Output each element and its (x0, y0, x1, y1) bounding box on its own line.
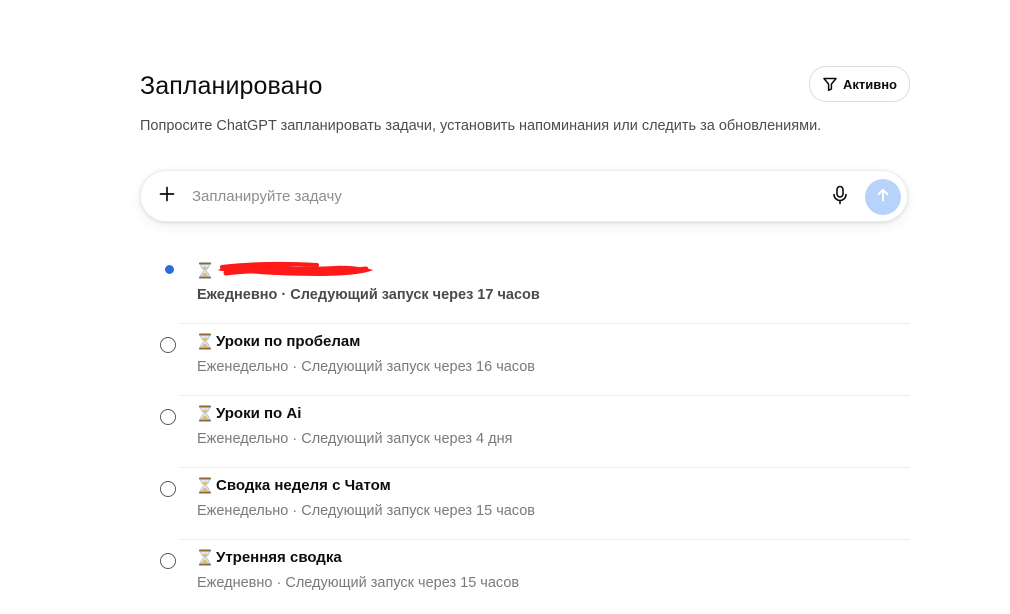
task-meta: Ежедневно · Следующий запуск через 15 ча… (197, 575, 519, 591)
task-radio[interactable] (160, 481, 176, 497)
task-schedule: Еженедельно (197, 503, 289, 519)
scheduled-tasks-page: Запланировано Активно Попросите ChatGPT … (0, 0, 1010, 614)
task-schedule: Еженедельно (197, 431, 289, 447)
meta-separator: · (292, 359, 298, 375)
task-schedule: Ежедневно (197, 575, 273, 591)
task-title-text: Уроки по пробелам (216, 333, 361, 350)
task-item[interactable]: Утренняя сводка Ежедневно · Следующий за… (158, 540, 910, 612)
task-meta: Еженедельно · Следующий запуск через 4 д… (197, 431, 512, 447)
page-title: Запланировано (140, 72, 323, 100)
microphone-icon (832, 185, 848, 210)
hourglass-icon (198, 333, 212, 350)
send-button[interactable] (865, 179, 901, 215)
page-subtitle: Попросите ChatGPT запланировать задачи, … (140, 118, 822, 134)
task-schedule: Ежедневно (197, 287, 278, 303)
hourglass-icon (198, 549, 212, 566)
filter-label: Активно (842, 76, 897, 92)
task-item[interactable]: Уроки по пробелам Еженедельно · Следующи… (158, 324, 910, 396)
task-title-text: Утренняя сводка (216, 549, 342, 566)
hourglass-icon (198, 262, 212, 279)
task-title-text: Уроки по Ai (216, 405, 302, 422)
task-item[interactable]: Ежедневно · Следующий запуск через 17 ча… (158, 252, 910, 324)
task-next-run: Следующий запуск через 4 дня (301, 431, 513, 447)
task-title-text: Сводка неделя с Чатом (216, 477, 391, 494)
task-title: Уроки по пробелам (198, 333, 360, 350)
add-button[interactable] (155, 184, 179, 208)
meta-separator: · (281, 287, 287, 303)
task-meta: Еженедельно · Следующий запуск через 16 … (197, 359, 535, 375)
plus-icon (159, 186, 175, 207)
task-input[interactable] (192, 185, 812, 207)
task-next-run: Следующий запуск через 15 часов (301, 503, 535, 519)
task-next-run: Следующий запуск через 16 часов (301, 359, 535, 375)
meta-separator: · (292, 431, 298, 447)
hourglass-icon (198, 405, 212, 422)
task-list: Ежедневно · Следующий запуск через 17 ча… (158, 252, 910, 612)
task-item[interactable]: Сводка неделя с Чатом Еженедельно · След… (158, 468, 910, 540)
active-indicator (165, 265, 174, 274)
task-title: Утренняя сводка (198, 549, 342, 566)
meta-separator: · (276, 575, 282, 591)
task-next-run: Следующий запуск через 17 часов (290, 287, 540, 303)
task-composer (140, 170, 908, 222)
arrow-up-icon (876, 188, 890, 207)
task-next-run: Следующий запуск через 15 часов (285, 575, 520, 591)
meta-separator: · (292, 503, 298, 519)
page-header: Запланировано Активно (140, 66, 910, 102)
task-radio[interactable] (160, 337, 176, 353)
task-title: Уроки по Ai (198, 405, 301, 422)
task-title (198, 261, 380, 279)
task-title: Сводка неделя с Чатом (198, 477, 391, 494)
task-meta: Ежедневно · Следующий запуск через 17 ча… (197, 287, 540, 303)
task-schedule: Еженедельно (197, 359, 289, 375)
filter-active-button[interactable]: Активно (808, 66, 910, 102)
voice-input-button[interactable] (829, 185, 851, 209)
task-radio[interactable] (160, 409, 176, 425)
task-radio[interactable] (160, 553, 176, 569)
filter-icon (822, 76, 838, 92)
task-meta: Еженедельно · Следующий запуск через 15 … (197, 503, 535, 519)
task-item[interactable]: Уроки по Ai Еженедельно · Следующий запу… (158, 396, 910, 468)
redacted-title (216, 261, 376, 279)
hourglass-icon (198, 477, 212, 494)
